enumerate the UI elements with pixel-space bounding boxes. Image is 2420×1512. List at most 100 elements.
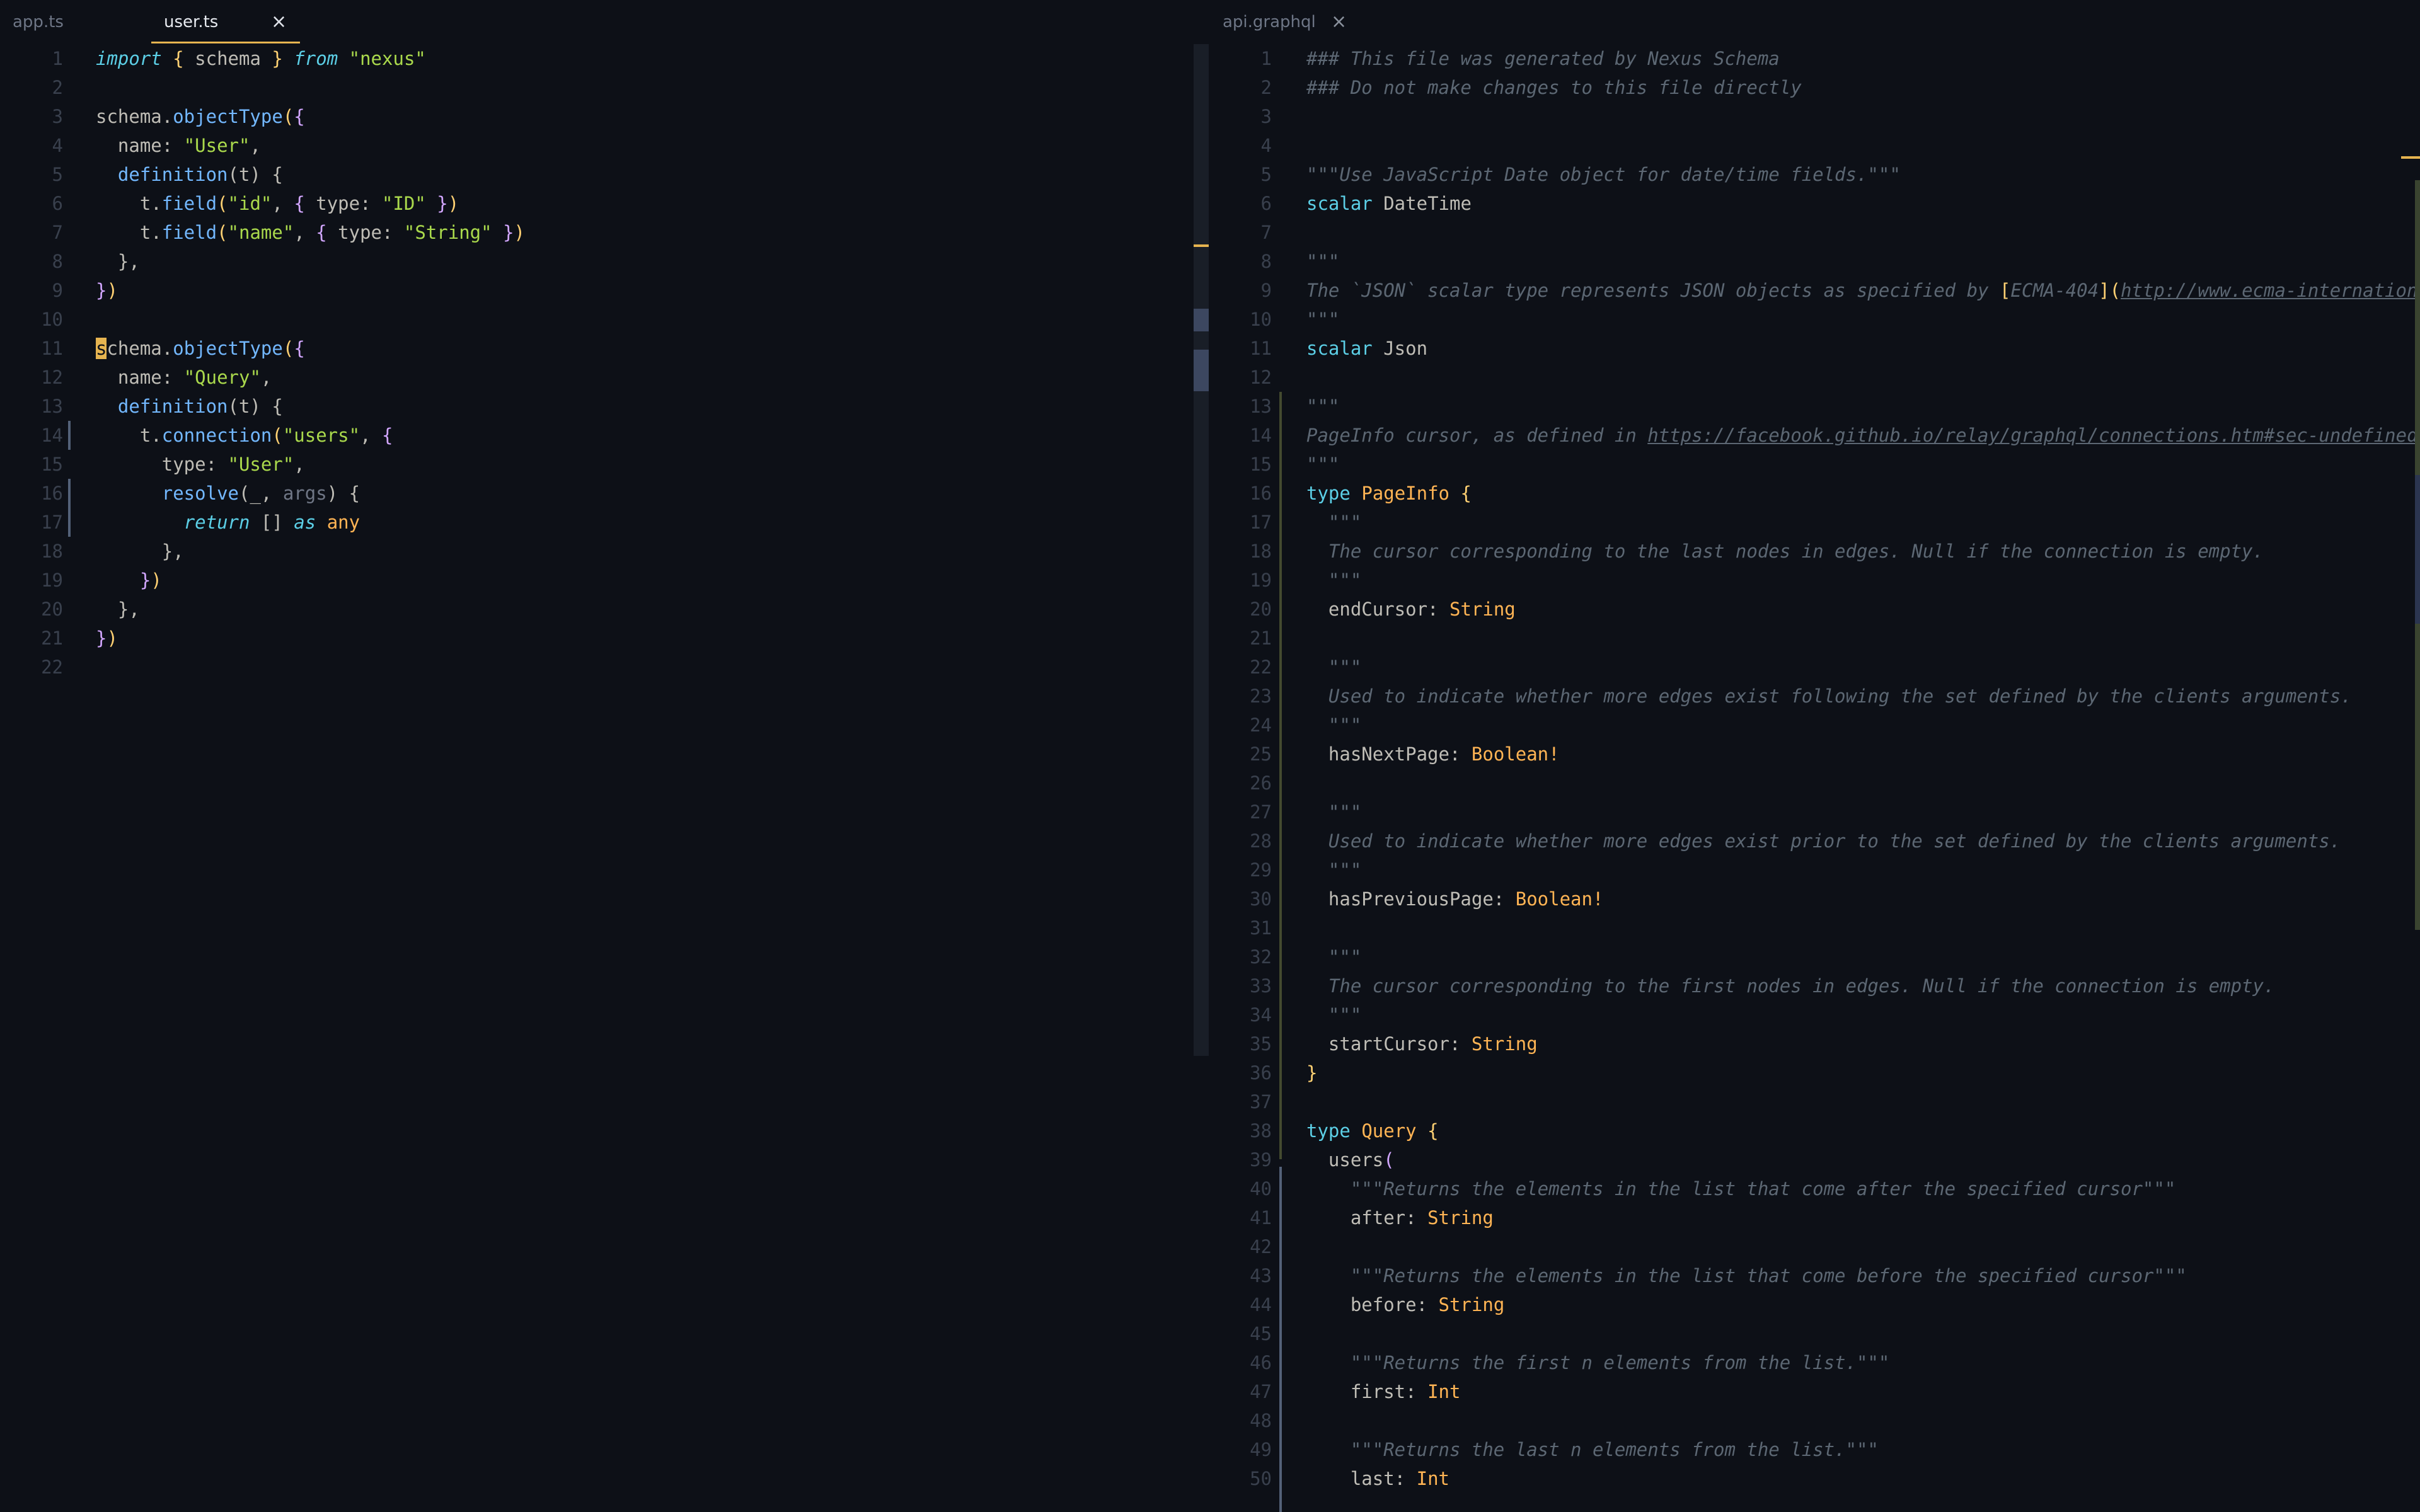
line-number: 38 — [1250, 1120, 1272, 1142]
left-editor-pane: app.ts user.ts × 1 import { schema } from… — [0, 0, 1194, 1512]
code-line: 44 before: String — [1209, 1290, 2420, 1319]
line-number: 36 — [1250, 1062, 1272, 1084]
code-line: 18 }, — [0, 537, 1194, 566]
line-number: 31 — [1250, 917, 1272, 939]
token: field — [161, 193, 217, 214]
token: ( — [217, 193, 228, 214]
overview-ruler[interactable] — [2399, 44, 2420, 1052]
line-number: 20 — [1250, 598, 1272, 620]
token: { — [294, 338, 305, 359]
line-number: 20 — [41, 598, 63, 620]
token: resolve — [161, 483, 239, 504]
close-icon[interactable]: × — [271, 0, 287, 44]
code-text: schema.objectType({ — [96, 102, 305, 131]
line-number: 3 — [1260, 106, 1272, 127]
token: } — [96, 627, 107, 649]
code-text: resolve(_, args) { — [96, 479, 360, 508]
line-number: 45 — [1250, 1323, 1272, 1344]
code-line: 3 — [1209, 102, 2420, 131]
token: "Query" — [183, 367, 261, 388]
token: PageInfo — [1361, 483, 1449, 504]
line-number: 37 — [1250, 1091, 1272, 1113]
tab-app-ts[interactable]: app.ts — [0, 0, 126, 42]
token: "name" — [228, 222, 294, 243]
token: , — [250, 135, 261, 156]
token: """Returns the last n elements from the … — [1306, 1439, 1879, 1460]
line-number: 50 — [1250, 1468, 1272, 1489]
code-editor-api-graphql[interactable]: 1 ### This file was generated by Nexus Sc… — [1209, 44, 2420, 1512]
token: schema — [183, 48, 272, 69]
token: """ — [1306, 251, 1340, 272]
token: Int — [1416, 1468, 1449, 1489]
code-text: last: Int — [1306, 1464, 1449, 1493]
tab-user-ts[interactable]: user.ts × — [151, 0, 300, 43]
tab-label: user.ts — [164, 13, 219, 32]
token: "User" — [228, 454, 294, 475]
token: }, — [96, 598, 140, 620]
token: t. — [96, 222, 162, 243]
split-scrollbar[interactable] — [1194, 44, 1209, 1056]
token: as — [294, 512, 316, 533]
code-line: 24 """ — [1209, 711, 2420, 740]
code-line: 37 — [1209, 1087, 2420, 1116]
token: DateTime — [1372, 193, 1472, 214]
code-line: 13 definition(t) { — [0, 392, 1194, 421]
code-line: 17 return [] as any — [0, 508, 1194, 537]
code-text: definition(t) { — [96, 392, 283, 421]
token: ( — [1383, 1149, 1395, 1171]
code-line: 16 resolve(_, args) { — [0, 479, 1194, 508]
code-text: ### Do not make changes to this file dir… — [1306, 73, 1802, 102]
token: { — [316, 222, 327, 243]
code-line: 10 """ — [1209, 305, 2420, 334]
code-text: users( — [1306, 1145, 1395, 1174]
line-number: 21 — [1250, 627, 1272, 649]
code-text: """Returns the first n elements from the… — [1306, 1348, 1890, 1377]
token: "String" — [403, 222, 492, 243]
token: args — [282, 483, 327, 504]
code-line: 15 type: "User", — [0, 450, 1194, 479]
code-line: 31 — [1209, 914, 2420, 942]
token: first: — [1306, 1381, 1428, 1402]
code-line: 28 Used to indicate whether more edges e… — [1209, 827, 2420, 856]
line-number: 39 — [1250, 1149, 1272, 1171]
token: scalar — [1306, 338, 1373, 359]
code-line: 41 after: String — [1209, 1203, 2420, 1232]
code-text: }) — [96, 566, 162, 595]
code-line: 7 t.field("name", { type: "String" }) — [0, 218, 1194, 247]
code-line: 22 — [0, 653, 1194, 682]
line-number: 24 — [1250, 714, 1272, 736]
ruler-marker — [2401, 156, 2420, 159]
token: type: — [326, 222, 404, 243]
code-text: import { schema } from "nexus" — [96, 44, 426, 73]
code-line: 2 — [0, 73, 1194, 102]
tab-api-graphql[interactable]: api.graphql × — [1209, 0, 1373, 42]
token: }, — [96, 251, 140, 272]
code-line: 9}) — [0, 276, 1194, 305]
code-line: 1 ### This file was generated by Nexus Sc… — [1209, 44, 2420, 73]
code-line: 6 scalar DateTime — [1209, 189, 2420, 218]
code-text: """Returns the elements in the list that… — [1306, 1174, 2175, 1203]
code-editor-user-ts[interactable]: 1 import { schema } from "nexus" 2 3 schema.… — [0, 44, 1194, 1512]
code-text: startCursor: String — [1306, 1029, 1538, 1058]
code-text: hasPreviousPage: Boolean! — [1306, 885, 1604, 914]
code-line: 30 hasPreviousPage: Boolean! — [1209, 885, 2420, 914]
code-text: """ — [1306, 942, 1361, 971]
code-line: 7 — [1209, 218, 2420, 247]
right-editor-pane: api.graphql × 1 ### This file was generat… — [1209, 0, 2420, 1512]
line-number: 14 — [41, 425, 63, 446]
code-line: 6 t.field("id", { type: "ID" }) — [0, 189, 1194, 218]
token: """ — [1306, 309, 1340, 330]
token: type: — [96, 454, 228, 475]
line-number: 3 — [52, 106, 63, 127]
scroll-marker — [1194, 350, 1209, 391]
token: String — [1427, 1207, 1494, 1228]
code-text: t.connection("users", { — [96, 421, 393, 450]
code-line: 46 """Returns the first n elements from … — [1209, 1348, 2420, 1377]
code-text: """ — [1306, 305, 1339, 334]
close-icon[interactable]: × — [1331, 0, 1347, 44]
line-number: 28 — [1250, 830, 1272, 852]
code-line: 1 import { schema } from "nexus" — [0, 44, 1194, 73]
line-number: 5 — [52, 164, 63, 185]
